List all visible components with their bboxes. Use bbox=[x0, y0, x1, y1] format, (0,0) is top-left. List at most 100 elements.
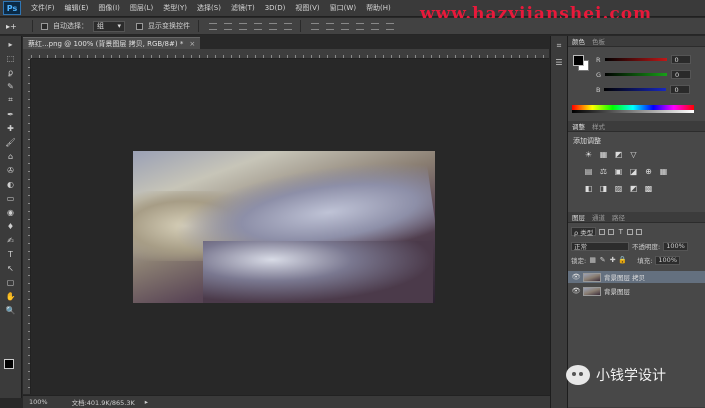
menu-image[interactable]: 图像(I) bbox=[93, 3, 125, 13]
distribute-vcenter-icon[interactable] bbox=[326, 22, 334, 30]
brush-tool-icon[interactable]: 🖌 bbox=[4, 136, 18, 148]
crop-tool-icon[interactable]: ⌗ bbox=[4, 94, 18, 106]
layer-row-background-copy[interactable]: 👁 背景图层 拷贝 bbox=[568, 271, 705, 283]
type-tool-icon[interactable]: T bbox=[4, 248, 18, 260]
fill-field[interactable]: 100% bbox=[655, 255, 680, 265]
adjustment-filter-icon[interactable] bbox=[608, 228, 615, 235]
color-spectrum[interactable] bbox=[572, 105, 694, 113]
threshold-icon[interactable]: ▨ bbox=[614, 184, 623, 193]
ruler-origin[interactable] bbox=[23, 49, 31, 59]
curves-icon[interactable]: ◩ bbox=[614, 150, 623, 159]
move-tool-preset-icon[interactable]: ▸+ bbox=[6, 20, 24, 32]
foreground-color-swatch[interactable] bbox=[573, 55, 584, 66]
tab-paths[interactable]: 路径 bbox=[612, 212, 625, 222]
pixel-filter-icon[interactable] bbox=[599, 228, 606, 235]
lock-transparency-icon[interactable]: ▦ bbox=[589, 256, 596, 264]
visibility-eye-icon[interactable]: 👁 bbox=[572, 273, 581, 281]
gradient-tool-icon[interactable]: ▭ bbox=[4, 192, 18, 204]
lasso-tool-icon[interactable]: ϼ bbox=[4, 66, 18, 78]
move-tool-icon[interactable]: ▸ bbox=[4, 38, 18, 50]
auto-select-dropdown[interactable]: 组 ▾ bbox=[93, 20, 125, 32]
healing-brush-tool-icon[interactable]: ✚ bbox=[4, 122, 18, 134]
menu-view[interactable]: 视图(V) bbox=[290, 3, 324, 13]
zoom-tool-icon[interactable]: 🔍 bbox=[4, 304, 18, 316]
eraser-tool-icon[interactable]: ◐ bbox=[4, 178, 18, 190]
align-hcenter-icon[interactable] bbox=[269, 22, 277, 30]
tab-styles[interactable]: 样式 bbox=[592, 121, 605, 131]
dodge-tool-icon[interactable]: ♦ bbox=[4, 220, 18, 232]
brightness-icon[interactable]: ☀ bbox=[584, 150, 593, 159]
green-value-field[interactable]: 0 bbox=[671, 70, 692, 79]
visibility-eye-icon[interactable]: 👁 bbox=[572, 287, 581, 295]
blur-tool-icon[interactable]: ◉ bbox=[4, 206, 18, 218]
exposure-icon[interactable]: ▽ bbox=[629, 150, 638, 159]
menu-edit[interactable]: 编辑(E) bbox=[60, 3, 94, 13]
close-icon[interactable]: × bbox=[189, 40, 195, 48]
red-value-field[interactable]: 0 bbox=[670, 55, 691, 64]
black-white-icon[interactable]: ◪ bbox=[629, 167, 638, 176]
shape-filter-icon[interactable] bbox=[627, 228, 634, 235]
align-top-icon[interactable] bbox=[209, 22, 217, 30]
menu-3d[interactable]: 3D(D) bbox=[260, 4, 291, 12]
path-select-tool-icon[interactable]: ↖ bbox=[4, 262, 18, 274]
menu-type[interactable]: 类型(Y) bbox=[158, 3, 192, 13]
align-right-icon[interactable] bbox=[284, 22, 292, 30]
layer-filter-dropdown[interactable]: ρ 类型 bbox=[571, 227, 597, 237]
blue-slider[interactable] bbox=[604, 88, 667, 91]
menu-select[interactable]: 选择(S) bbox=[192, 3, 226, 13]
marquee-tool-icon[interactable]: ⬚ bbox=[4, 52, 18, 64]
show-transform-checkbox[interactable] bbox=[136, 22, 143, 30]
menu-help[interactable]: 帮助(H) bbox=[361, 3, 396, 13]
tab-color[interactable]: 颜色 bbox=[572, 36, 585, 46]
opacity-field[interactable]: 100% bbox=[663, 241, 688, 251]
pen-tool-icon[interactable]: ✍ bbox=[4, 234, 18, 246]
tab-adjustments[interactable]: 调整 bbox=[572, 121, 585, 131]
layer-row-background[interactable]: 👁 背景图层 bbox=[568, 285, 705, 297]
gradient-map-icon[interactable]: ▩ bbox=[644, 184, 653, 193]
horizontal-ruler[interactable] bbox=[31, 49, 549, 59]
document-image[interactable] bbox=[133, 151, 435, 303]
shape-tool-icon[interactable]: ▢ bbox=[4, 276, 18, 288]
tab-swatches[interactable]: 色板 bbox=[592, 36, 605, 46]
vertical-ruler[interactable] bbox=[23, 59, 31, 394]
green-slider[interactable] bbox=[605, 73, 668, 76]
blend-mode-dropdown[interactable]: 正常 bbox=[571, 241, 629, 251]
type-filter-icon[interactable]: T bbox=[617, 228, 624, 236]
lock-position-icon[interactable]: ✚ bbox=[609, 256, 616, 264]
tab-channels[interactable]: 通道 bbox=[592, 212, 605, 222]
distribute-left-icon[interactable] bbox=[356, 22, 364, 30]
menu-file[interactable]: 文件(F) bbox=[26, 3, 60, 13]
distribute-bottom-icon[interactable] bbox=[341, 22, 349, 30]
red-slider[interactable] bbox=[604, 58, 667, 61]
clone-stamp-tool-icon[interactable]: ⌂ bbox=[4, 150, 18, 162]
invert-icon[interactable]: ◧ bbox=[584, 184, 593, 193]
vibrance-icon[interactable]: ▤ bbox=[584, 167, 593, 176]
menu-layer[interactable]: 图层(L) bbox=[125, 3, 158, 13]
distribute-top-icon[interactable] bbox=[311, 22, 319, 30]
chevron-right-icon[interactable]: ▸ bbox=[145, 398, 148, 406]
hand-tool-icon[interactable]: ✋ bbox=[4, 290, 18, 302]
blue-value-field[interactable]: 0 bbox=[670, 85, 691, 94]
hue-saturation-icon[interactable]: ▣ bbox=[614, 167, 623, 176]
color-lookup-icon[interactable]: ▦ bbox=[659, 167, 668, 176]
document-tab[interactable]: 蔡红...png @ 100% (背景图层 拷贝, RGB/8#) * × bbox=[23, 37, 201, 49]
tab-layers[interactable]: 图层 bbox=[572, 212, 585, 222]
history-brush-tool-icon[interactable]: ✇ bbox=[4, 164, 18, 176]
align-vcenter-icon[interactable] bbox=[224, 22, 232, 30]
canvas-area[interactable] bbox=[31, 59, 549, 394]
foreground-color-swatch[interactable] bbox=[4, 359, 14, 369]
selective-color-icon[interactable]: ◩ bbox=[629, 184, 638, 193]
distribute-right-icon[interactable] bbox=[386, 22, 394, 30]
lock-pixels-icon[interactable]: ✎ bbox=[599, 256, 606, 264]
eyedropper-tool-icon[interactable]: ✒ bbox=[4, 108, 18, 120]
align-bottom-icon[interactable] bbox=[239, 22, 247, 30]
auto-select-checkbox[interactable] bbox=[41, 22, 48, 30]
color-balance-icon[interactable]: ⚖ bbox=[599, 167, 608, 176]
smart-object-filter-icon[interactable] bbox=[636, 228, 643, 235]
posterize-icon[interactable]: ◨ bbox=[599, 184, 608, 193]
menu-filter[interactable]: 滤镜(T) bbox=[226, 3, 260, 13]
zoom-level[interactable]: 100% bbox=[29, 398, 48, 406]
properties-icon[interactable]: ☰ bbox=[553, 56, 565, 68]
channel-mixer-icon[interactable]: ⊕ bbox=[644, 167, 653, 176]
lock-all-icon[interactable]: 🔒 bbox=[618, 256, 627, 264]
